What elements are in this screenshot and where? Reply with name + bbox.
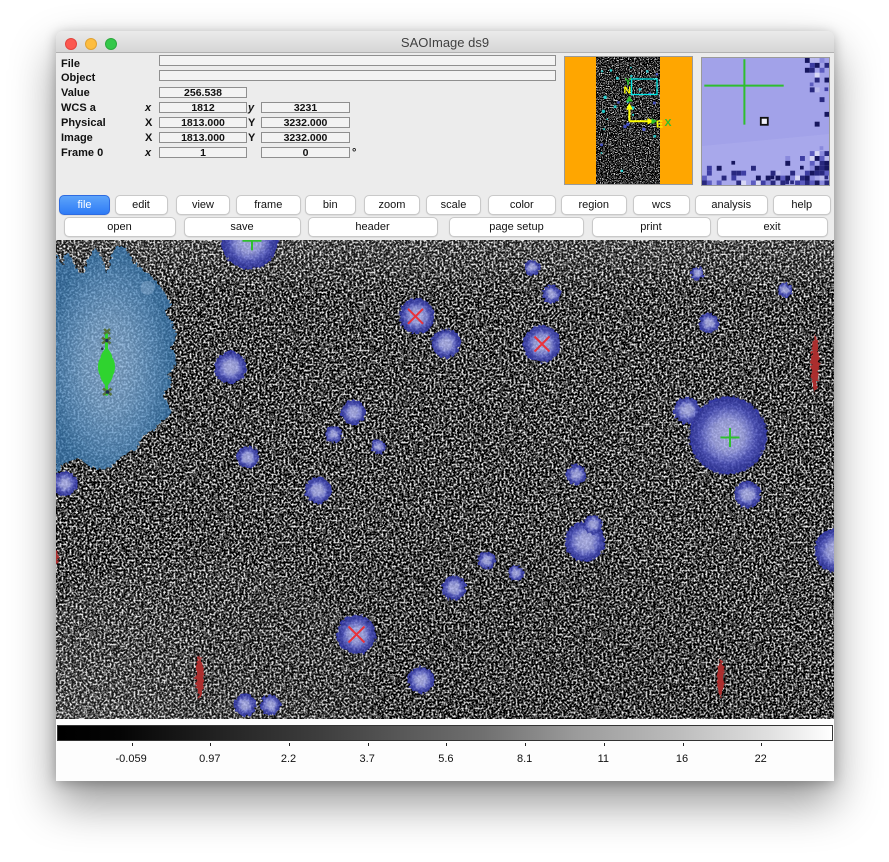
svg-text:X: X bbox=[665, 117, 672, 129]
svg-text:E: E bbox=[656, 119, 663, 131]
svg-text:Y: Y bbox=[625, 76, 632, 88]
